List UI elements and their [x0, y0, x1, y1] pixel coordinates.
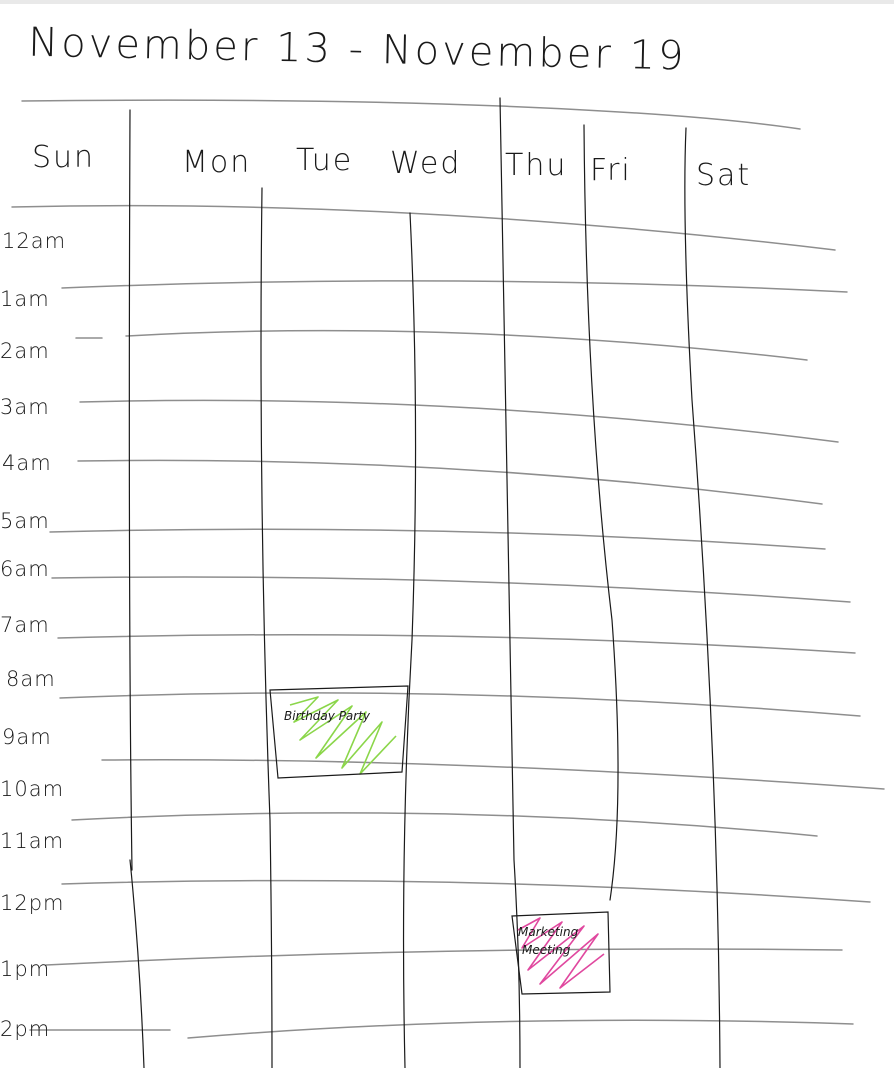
hour-line	[79, 399, 839, 443]
day-header-mon: Mon	[182, 145, 251, 180]
hour-label: 6am	[0, 557, 50, 581]
event-box	[269, 685, 409, 779]
day-header-tue: Tue	[296, 143, 353, 178]
hour-label: 2pm	[0, 1017, 50, 1041]
hour-line	[71, 812, 818, 837]
hour-labels: 12am 1am 2am 3am 4am 5am 6am 7am 8am 9am…	[0, 229, 66, 1041]
hour-label: 2am	[0, 339, 50, 363]
hour-line	[29, 1019, 854, 1039]
hour-line	[51, 576, 851, 603]
day-header-sat: Sat	[696, 158, 751, 193]
hour-line	[61, 879, 871, 903]
title-underline	[21, 99, 801, 130]
week-title: November 13 - November 19	[28, 20, 687, 80]
hour-label: 4am	[2, 451, 52, 475]
calendar-sketch: November 13 - November 19 Sun Mon Tue We…	[0, 20, 885, 1068]
day-headers: Sun Mon Tue Wed Thu Fri Sat	[32, 140, 751, 193]
hour-label: 11am	[0, 829, 64, 853]
hour-line	[59, 692, 861, 717]
day-divider	[128, 109, 145, 1068]
hour-line	[75, 329, 808, 361]
day-header-thu: Thu	[505, 148, 567, 183]
hour-line	[61, 280, 848, 293]
hour-line	[45, 948, 843, 966]
hour-line	[49, 528, 826, 550]
day-header-wed: Wed	[390, 146, 461, 181]
hour-label: 10am	[0, 777, 64, 801]
hour-line	[101, 759, 885, 790]
hour-label: 12am	[2, 229, 66, 253]
hour-label: 8am	[6, 667, 56, 691]
hour-lines	[11, 204, 885, 1039]
event-label: Birthday Party	[284, 709, 371, 723]
hour-label: 12pm	[0, 891, 65, 915]
hour-label: 1pm	[0, 957, 50, 981]
event-birthday-party[interactable]: Birthday Party	[269, 685, 409, 779]
event-marketing-meeting[interactable]: Marketing Meeting	[511, 911, 611, 995]
hour-line	[57, 633, 856, 654]
day-header-sun: Sun	[32, 140, 95, 175]
header-divider-line	[11, 204, 836, 251]
day-divider	[684, 127, 721, 1068]
day-divider	[402, 212, 417, 1068]
day-divider	[260, 187, 273, 1068]
day-dividers	[128, 97, 721, 1068]
hour-label: 7am	[0, 613, 50, 637]
hour-label: 9am	[2, 725, 52, 749]
hour-label: 5am	[0, 509, 50, 533]
day-divider	[583, 124, 619, 901]
hour-label: 1am	[0, 287, 50, 311]
event-label-line: Marketing	[518, 925, 579, 939]
day-header-fri: Fri	[590, 153, 632, 188]
event-label-line: Meeting	[522, 943, 571, 957]
hour-line	[77, 459, 823, 505]
hour-label: 3am	[0, 395, 50, 419]
